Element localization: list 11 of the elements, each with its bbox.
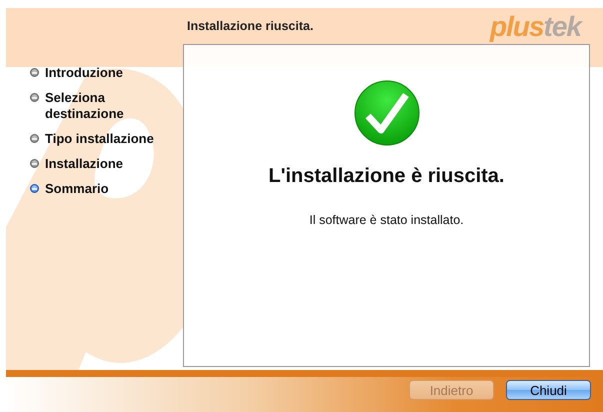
step-label: Installazione	[45, 156, 124, 172]
close-button[interactable]: Chiudi	[506, 380, 591, 400]
success-message: Il software è stato installato.	[309, 213, 464, 227]
window-title: Installazione riuscita.	[187, 19, 314, 33]
step-label: Introduzione	[45, 65, 124, 81]
success-heading: L'installazione è riuscita.	[268, 165, 504, 188]
step-label: Tipo installazione	[45, 131, 155, 147]
step-label: Sommario	[45, 181, 110, 197]
logo: plustek	[490, 11, 581, 43]
step-label: Seleziona destinazione	[45, 90, 125, 122]
checkmark-icon	[354, 80, 420, 146]
